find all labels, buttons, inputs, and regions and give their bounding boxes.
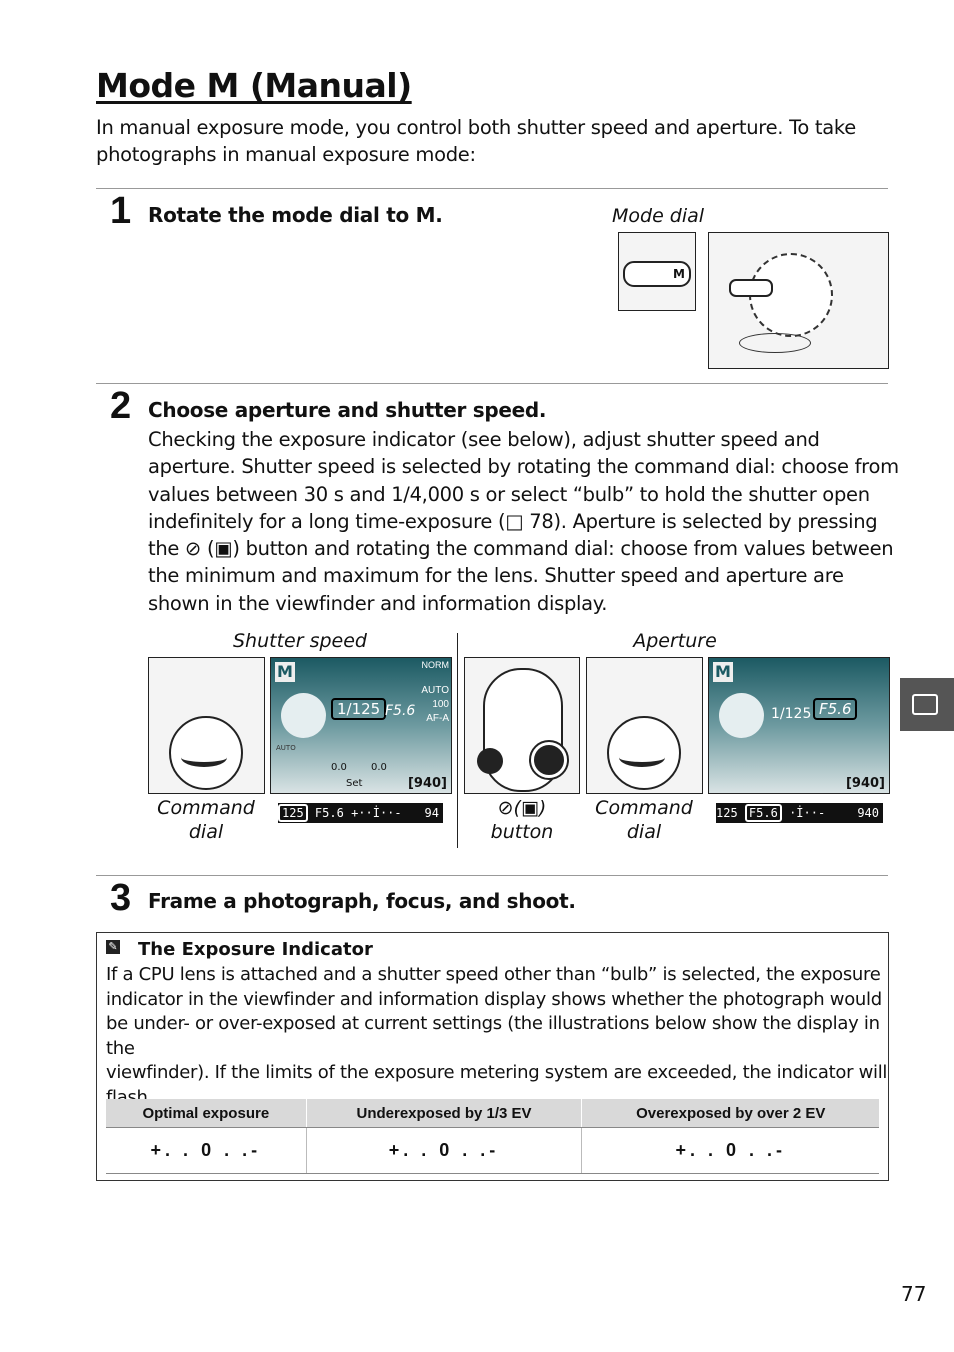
page-title: Mode M (Manual): [96, 66, 412, 105]
column-header: Underexposed by 1/3 EV: [305, 1099, 582, 1128]
vf-shutter: 125: [716, 806, 738, 820]
note-title: The Exposure Indicator: [138, 939, 373, 960]
mode-dial-caption: Mode dial: [612, 205, 705, 227]
set-label: Set: [346, 778, 363, 789]
body-line: indefinitely for a long time-exposure (□…: [148, 509, 878, 533]
camera-top-illustration: [708, 232, 889, 369]
intro-line: In manual exposure mode, you control bot…: [96, 116, 856, 139]
aperture-value: F5.6: [813, 698, 858, 720]
auto-label: AUTO: [276, 744, 296, 752]
intro-line: photographs in manual exposure mode:: [96, 143, 476, 167]
page-number: 77: [901, 1282, 927, 1306]
body-line: aperture. Shutter speed is selected by r…: [148, 455, 899, 479]
command-dial-illustration: [148, 657, 265, 794]
column-header: Overexposed by over 2 EV: [581, 1099, 879, 1128]
column-header: Optimal exposure: [106, 1099, 307, 1128]
step-heading: Choose aperture and shutter speed.: [148, 398, 547, 422]
optimal-indicator: +. . 0 . .-: [106, 1127, 307, 1174]
table-header-row: Optimal exposure Underexposed by 1/3 EV …: [106, 1099, 879, 1128]
white-balance-value: AUTO: [421, 685, 449, 696]
divider: [96, 383, 888, 384]
chapter-tab[interactable]: [900, 678, 954, 731]
vf-aperture: F5.6: [314, 806, 344, 820]
viewfinder-display-aperture: 125 F5.6 ·İ··- 940: [716, 803, 883, 823]
info-display-illustration: M NORM AUTO 100 AF-A 1/125 F5.6 AUTO 0.0…: [270, 657, 452, 794]
iso-value: 100: [432, 699, 449, 710]
divider: [96, 188, 888, 189]
exposure-comp-button-illustration: [464, 657, 580, 794]
step-2-body: Checking the exposure indicator (see bel…: [148, 426, 899, 617]
intro-text: In manual exposure mode, you control bot…: [96, 114, 856, 169]
note-line: viewfinder). If the limits of the exposu…: [106, 1062, 888, 1083]
pencil-icon: ✎: [106, 940, 120, 954]
button-caption: ⊘(▣) button: [490, 797, 554, 843]
exp-comp-value: 0.0: [371, 762, 387, 773]
vf-exposure-indicator: ·İ··-: [789, 806, 826, 820]
underexposed-indicator: +. . 0 . .-: [305, 1127, 582, 1174]
aperture-caption: Aperture: [633, 630, 717, 652]
body-line: the ⊘ (▣) button and rotating the comman…: [148, 537, 894, 561]
shutter-speed-caption: Shutter speed: [233, 630, 367, 652]
exposure-indicator-table: Optimal exposure Underexposed by 1/3 EV …: [106, 1099, 879, 1174]
note-body: If a CPU lens is attached and a shutter …: [106, 963, 888, 1110]
command-dial-caption: Command dial: [595, 797, 693, 843]
viewfinder-display-shutter: 125 F5.6 +··İ··- 94: [278, 803, 443, 823]
mode-badge: M: [713, 662, 733, 682]
divider: [96, 875, 888, 876]
step-number: 1: [110, 190, 132, 232]
vf-shutter: 125: [278, 804, 308, 822]
divider: [457, 633, 458, 848]
body-line: values between 30 s and 1/4,000 s or sel…: [148, 482, 870, 506]
table-row: +. . 0 . .- +. . 0 . .- +. . 0 . .-: [106, 1127, 879, 1174]
shots-remaining: [940]: [407, 776, 447, 791]
command-dial-illustration: [586, 657, 703, 794]
note-line: If a CPU lens is attached and a shutter …: [106, 964, 881, 985]
vf-count: 940: [857, 806, 879, 820]
vf-exposure-indicator: +··İ··-: [351, 806, 402, 820]
body-line: Checking the exposure indicator (see bel…: [148, 428, 820, 451]
af-mode-value: AF-A: [426, 713, 449, 724]
shots-remaining: [940]: [845, 776, 885, 791]
flash-comp-value: 0.0: [331, 762, 347, 773]
shutter-speed-value: 1/125: [331, 698, 387, 720]
step-heading: Rotate the mode dial to M.: [148, 203, 443, 227]
shutter-speed-value: 1/125: [771, 706, 812, 722]
body-line: the minimum and maximum for the lens. Sh…: [148, 564, 844, 588]
overexposed-indicator: +. . 0 . .-: [581, 1127, 879, 1174]
quality-label: NORM: [421, 660, 450, 670]
step-heading: Frame a photograph, focus, and shoot.: [148, 889, 576, 913]
info-display-aperture-illustration: M 1/125 F5.6 [940]: [708, 657, 890, 794]
note-line: be under- or over-exposed at current set…: [106, 1013, 880, 1059]
command-dial-caption: Command dial: [157, 797, 255, 843]
step-number: 2: [110, 385, 132, 427]
note-line: indicator in the viewfinder and informat…: [106, 988, 882, 1010]
mode-badge: M: [275, 662, 295, 682]
step-number: 3: [110, 877, 132, 919]
manual-page: Mode M (Manual) In manual exposure mode,…: [0, 0, 954, 1352]
aperture-value: F5.6: [385, 703, 416, 719]
vf-count: 94: [424, 806, 439, 820]
note-box: ✎ The Exposure Indicator If a CPU lens i…: [96, 932, 889, 1181]
vf-aperture: F5.6: [744, 804, 782, 822]
camera-mode-icon: [912, 694, 938, 715]
mode-dial-closeup-illustration: M: [618, 232, 696, 311]
body-line: shown in the viewfinder and information …: [148, 591, 608, 615]
